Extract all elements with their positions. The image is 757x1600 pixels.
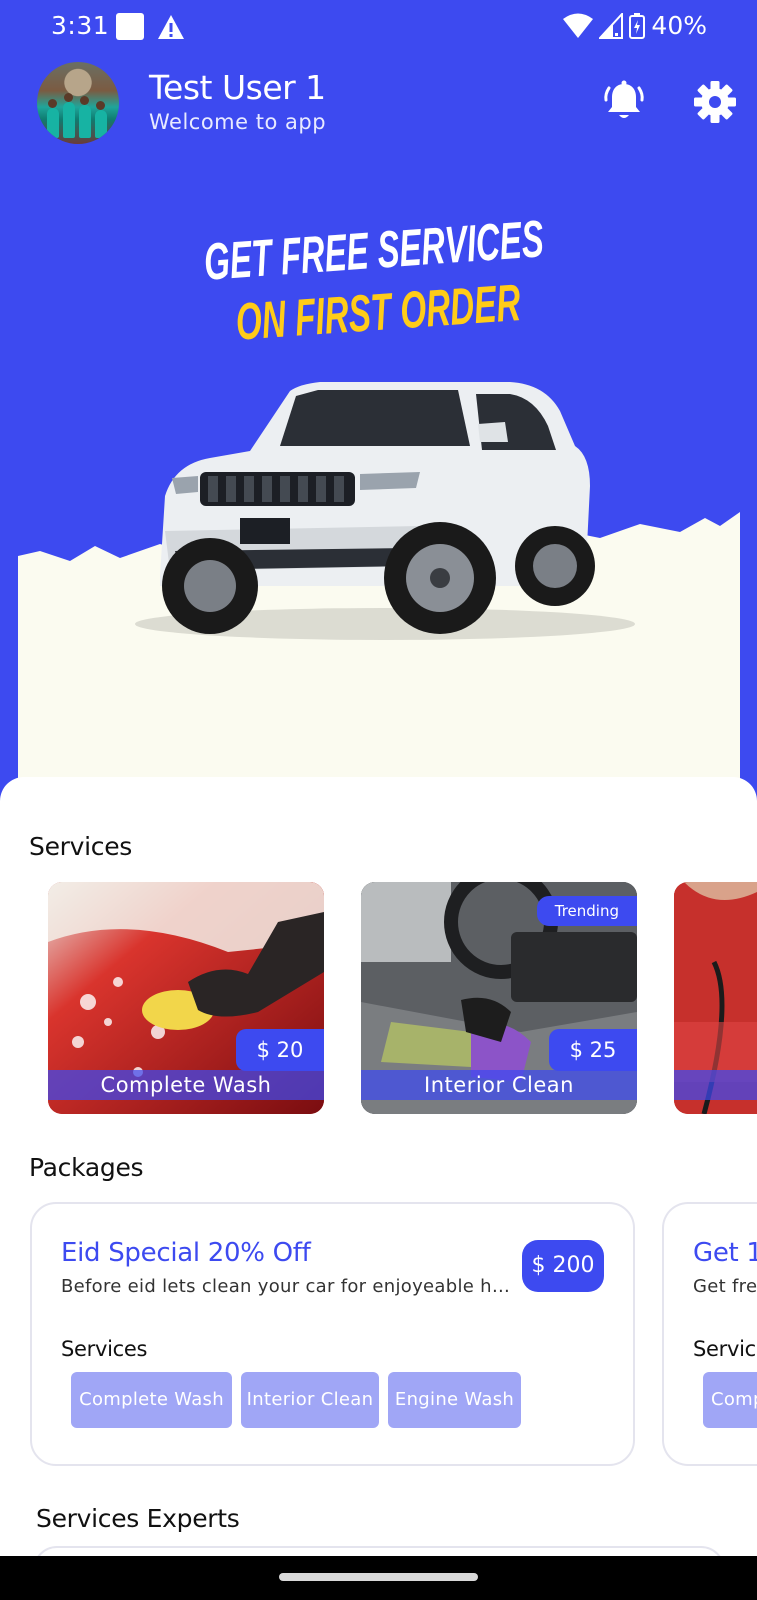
wifi-icon: [563, 13, 594, 38]
services-section-title: Services: [29, 832, 133, 861]
user-name: Test User 1: [149, 68, 326, 107]
service-label: Complete Wash: [48, 1070, 324, 1100]
service-price: $ 25: [549, 1029, 637, 1071]
welcome-text: Welcome to app: [149, 110, 327, 134]
battery-percent: 40%: [651, 11, 707, 40]
system-nav-bar: [0, 1556, 757, 1600]
package-chip: Comp: [703, 1372, 757, 1428]
service-label-partial: [674, 1070, 757, 1100]
package-services-label: Servic: [693, 1337, 756, 1361]
packages-section-title: Packages: [29, 1153, 144, 1182]
avatar[interactable]: [37, 62, 119, 144]
settings-gear-icon[interactable]: [693, 80, 737, 124]
service-card-interior-clean[interactable]: Trending $ 25 Interior Clean: [361, 882, 637, 1114]
warning-icon: [158, 15, 184, 39]
experts-section-title: Services Experts: [36, 1504, 240, 1533]
status-right: 40%: [563, 11, 707, 40]
service-price: $ 20: [236, 1029, 324, 1071]
status-bar: 3:31 40%: [0, 0, 757, 54]
signal-icon: [599, 12, 624, 39]
home-gesture-pill[interactable]: [279, 1573, 478, 1581]
package-services-label: Services: [61, 1337, 148, 1361]
package-title: Eid Special 20% Off: [61, 1238, 311, 1268]
service-card-complete-wash[interactable]: $ 20 Complete Wash: [48, 882, 324, 1114]
notification-square-icon: [116, 13, 144, 40]
service-card-partial[interactable]: [674, 882, 757, 1114]
trending-badge: Trending: [536, 896, 637, 926]
package-chip: Engine Wash: [388, 1372, 521, 1428]
package-card-partial[interactable]: Get 1 Get fre Servic Comp: [662, 1202, 757, 1466]
package-description: Get fre: [693, 1276, 757, 1297]
package-chip: Interior Clean: [241, 1372, 379, 1428]
promo-banner[interactable]: GET FREE SERVICES ON FIRST ORDER: [0, 146, 757, 786]
package-price: $ 200: [522, 1240, 604, 1292]
package-chip: Complete Wash: [71, 1372, 232, 1428]
package-card-eid-special[interactable]: Eid Special 20% Off Before eid lets clea…: [30, 1202, 635, 1466]
service-label: Interior Clean: [361, 1070, 637, 1100]
battery-icon: [629, 12, 646, 39]
app-screen: 3:31 40% Test User 1 Welcome to app GET …: [0, 0, 757, 1600]
package-description: Before eid lets clean your car for enjoy…: [61, 1276, 511, 1297]
header: Test User 1 Welcome to app: [0, 60, 757, 146]
status-time: 3:31: [51, 11, 110, 40]
notification-bell-icon[interactable]: [603, 80, 645, 124]
package-title: Get 1: [693, 1238, 757, 1268]
